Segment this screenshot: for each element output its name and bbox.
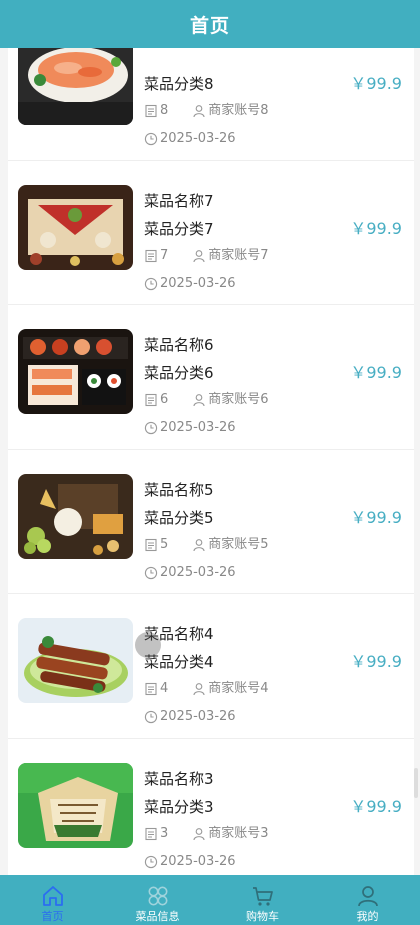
dish-date-row: 2025-03-26 <box>144 564 236 582</box>
dish-name: 菜品名称7 <box>144 191 214 210</box>
cart-icon <box>250 883 276 909</box>
dish-count: 4 <box>160 681 169 696</box>
dish-date-row: 2025-03-26 <box>144 130 236 148</box>
tab-home[interactable]: 首页 <box>0 875 105 925</box>
dish-date-row: 2025-03-26 <box>144 853 236 871</box>
tab-label: 首页 <box>41 910 64 923</box>
dish-meta: 8 商家账号8 <box>144 102 269 120</box>
dish-date: 2025-03-26 <box>160 709 236 724</box>
dish-date-row: 2025-03-26 <box>144 419 236 437</box>
grid-icon <box>145 883 171 909</box>
dish-price: ￥99.9 <box>350 74 402 93</box>
document-icon <box>144 249 158 263</box>
user-icon <box>192 682 206 696</box>
dish-count: 3 <box>160 825 169 841</box>
dish-image[interactable] <box>18 48 133 125</box>
clock-icon <box>144 710 158 724</box>
document-icon <box>144 393 158 407</box>
dish-category: 菜品分类7 <box>144 219 214 238</box>
dish-count: 8 <box>160 103 169 118</box>
dish-date: 2025-03-26 <box>160 853 236 869</box>
dish-category: 菜品分类5 <box>144 508 214 527</box>
dish-meta: 3 商家账号3 <box>144 825 269 843</box>
merchant-account: 商家账号5 <box>208 536 269 552</box>
merchant-account: 商家账号4 <box>208 681 269 696</box>
user-icon <box>192 538 206 552</box>
dish-image[interactable] <box>18 329 133 414</box>
merchant-account: 商家账号8 <box>208 103 269 118</box>
dish-date-row: 2025-03-26 <box>144 708 236 726</box>
dish-name: 菜品名称5 <box>144 480 214 499</box>
dish-name: 菜品名称3 <box>144 769 214 788</box>
dish-date: 2025-03-26 <box>160 275 236 291</box>
tab-label: 购物车 <box>246 910 279 923</box>
document-icon <box>144 827 158 841</box>
dish-date: 2025-03-26 <box>160 420 236 435</box>
dish-date: 2025-03-26 <box>160 131 236 146</box>
dish-meta: 7 商家账号7 <box>144 247 269 265</box>
dish-list-item[interactable]: 菜品名称4 菜品分类4 ￥99.9 4 商家账号4 2025-03-26 <box>8 594 414 739</box>
dish-category: 菜品分类6 <box>144 364 214 382</box>
dish-count: 7 <box>160 247 169 263</box>
user-icon <box>192 393 206 407</box>
home-icon <box>40 883 66 909</box>
merchant-account: 商家账号3 <box>208 825 269 841</box>
dish-list-item[interactable]: 菜品名称6 菜品分类6 ￥99.9 6 商家账号6 2025-03-26 <box>8 305 414 450</box>
document-icon <box>144 538 158 552</box>
clock-icon <box>144 277 158 291</box>
document-icon <box>144 682 158 696</box>
dish-price: ￥99.9 <box>350 218 402 238</box>
bottom-tab-bar: 首页 菜品信息 购物车 我的 <box>0 875 420 925</box>
user-icon <box>192 827 206 841</box>
user-icon <box>192 104 206 118</box>
clock-icon <box>144 421 158 435</box>
dish-price: ￥99.9 <box>350 507 402 527</box>
dish-count: 5 <box>160 536 169 552</box>
clock-icon <box>144 132 158 146</box>
dish-image[interactable] <box>18 473 133 559</box>
touch-indicator <box>135 632 161 658</box>
dish-price: ￥99.9 <box>350 796 402 816</box>
dish-image[interactable] <box>18 762 133 848</box>
page-title: 首页 <box>189 14 230 37</box>
dish-list-item[interactable]: 菜品名称5 菜品分类5 ￥99.9 5 商家账号5 2025-03-26 <box>8 450 414 594</box>
user-icon <box>355 883 381 909</box>
tab-mine[interactable]: 我的 <box>315 875 420 925</box>
dish-meta: 6 商家账号6 <box>144 391 269 409</box>
dish-category: 菜品分类3 <box>144 797 214 816</box>
dish-list-item[interactable]: 菜品分类8 ￥99.9 8 商家账号8 2025-03-26 <box>8 48 414 161</box>
dish-meta: 4 商家账号4 <box>144 680 269 698</box>
dish-price: ￥99.9 <box>350 652 402 671</box>
dish-image[interactable] <box>18 184 133 270</box>
dish-list-scroll[interactable]: 菜品分类8 ￥99.9 8 商家账号8 2025-03-26 菜品名称7 菜品分类7 ￥99.… <box>0 48 420 875</box>
dish-list-item[interactable]: 菜品名称7 菜品分类7 ￥99.9 7 商家账号7 2025-03-26 <box>8 161 414 305</box>
merchant-account: 商家账号7 <box>208 247 269 263</box>
dish-meta: 5 商家账号5 <box>144 536 269 554</box>
dish-category: 菜品分类8 <box>144 75 214 93</box>
scrollbar[interactable] <box>414 768 418 798</box>
tab-label: 菜品信息 <box>135 910 180 923</box>
dish-date-row: 2025-03-26 <box>144 275 236 293</box>
dish-image[interactable] <box>18 618 133 703</box>
tab-cart[interactable]: 购物车 <box>210 875 315 925</box>
dish-list: 菜品分类8 ￥99.9 8 商家账号8 2025-03-26 菜品名称7 菜品分类7 ￥99.… <box>8 48 414 875</box>
clock-icon <box>144 566 158 580</box>
clock-icon <box>144 855 158 869</box>
dish-list-item[interactable]: 菜品名称3 菜品分类3 ￥99.9 3 商家账号3 2025-03-26 <box>8 739 414 876</box>
dish-name: 菜品名称6 <box>144 336 214 354</box>
dish-count: 6 <box>160 392 169 407</box>
dish-date: 2025-03-26 <box>160 564 236 580</box>
tab-label: 我的 <box>356 910 379 923</box>
document-icon <box>144 104 158 118</box>
tab-dish-info[interactable]: 菜品信息 <box>105 875 210 925</box>
dish-price: ￥99.9 <box>350 363 402 382</box>
merchant-account: 商家账号6 <box>208 392 269 407</box>
header-bar: 首页 <box>0 0 420 48</box>
user-icon <box>192 249 206 263</box>
